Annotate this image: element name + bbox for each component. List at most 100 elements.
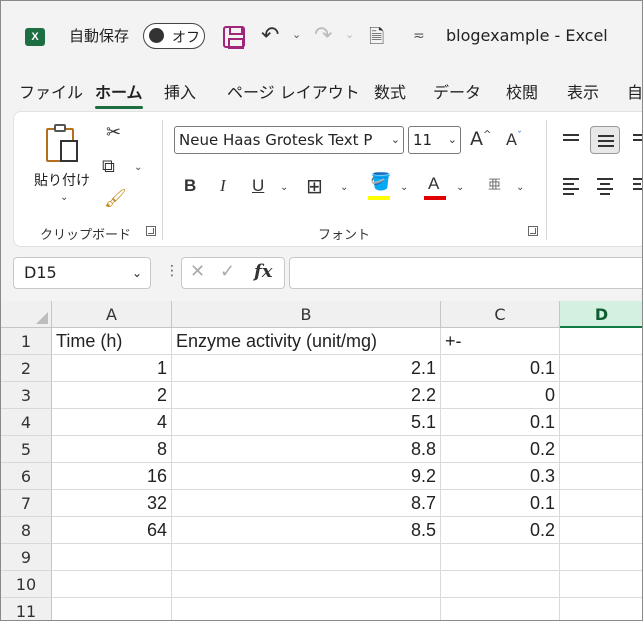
row-header[interactable]: 7 [1,490,52,517]
align-left-button[interactable] [556,170,586,198]
clipboard-launcher-icon[interactable] [146,226,156,236]
tab-view[interactable]: 表示 [567,79,599,103]
name-box[interactable]: D15 ⌄ [13,257,151,289]
align-bottom-button[interactable] [626,126,642,154]
cell-b11[interactable] [172,598,441,620]
cell-d9[interactable] [560,544,642,571]
cell-c11[interactable] [441,598,560,620]
autosave-toggle[interactable]: オフ [143,23,205,49]
italic-button[interactable]: I [220,176,226,196]
copy-dropdown-icon[interactable]: ⌄ [134,162,142,173]
cell-d7[interactable] [560,490,642,517]
cell-d3[interactable] [560,382,642,409]
cell-c4[interactable]: 0.1 [441,409,560,436]
bold-button[interactable]: B [184,176,196,196]
cell-d11[interactable] [560,598,642,620]
underline-button[interactable]: U [252,176,264,196]
tab-file[interactable]: ファイル [19,79,83,103]
tab-home[interactable]: ホーム [95,79,143,109]
cell-b6[interactable]: 9.2 [172,463,441,490]
tab-insert[interactable]: 挿入 [164,79,196,103]
redo-icon[interactable]: ↷ [314,23,332,48]
tab-formulas[interactable]: 数式 [374,79,406,103]
cell-a7[interactable]: 32 [52,490,172,517]
cell-d2[interactable] [560,355,642,382]
page-setup-icon[interactable]: 🗎 [369,23,384,55]
tab-review[interactable]: 校閲 [506,79,538,103]
cell-a9[interactable] [52,544,172,571]
cell-c2[interactable]: 0.1 [441,355,560,382]
cell-a6[interactable]: 16 [52,463,172,490]
cell-d4[interactable] [560,409,642,436]
shrink-font-icon[interactable]: Aˇ [506,130,522,149]
formula-input[interactable] [289,257,642,289]
cell-a4[interactable]: 4 [52,409,172,436]
align-center-button[interactable] [590,170,620,198]
cell-c5[interactable]: 0.2 [441,436,560,463]
font-name-dropdown-icon[interactable]: ⌄ [391,127,400,153]
redo-dropdown-icon[interactable]: ⌄ [345,28,354,41]
paste-button-label[interactable]: 貼り付け [34,170,90,190]
undo-dropdown-icon[interactable]: ⌄ [292,28,301,41]
row-header[interactable]: 3 [1,382,52,409]
cell-d5[interactable] [560,436,642,463]
format-painter-icon[interactable]: 🖌 [104,188,127,209]
undo-icon[interactable]: ↶ [261,23,279,48]
cell-a3[interactable]: 2 [52,382,172,409]
font-size-select[interactable]: 11 ⌄ [408,126,461,154]
cell-c8[interactable]: 0.2 [441,517,560,544]
font-size-dropdown-icon[interactable]: ⌄ [448,127,457,153]
cell-c10[interactable] [441,571,560,598]
cell-b9[interactable] [172,544,441,571]
cancel-icon[interactable]: ✕ [190,261,205,282]
tab-data[interactable]: データ [433,79,481,103]
underline-dropdown-icon[interactable]: ⌄ [280,182,288,193]
cell-d8[interactable] [560,517,642,544]
cell-d10[interactable] [560,571,642,598]
font-name-select[interactable]: Neue Haas Grotesk Text P ⌄ [174,126,404,154]
column-header-a[interactable]: A [52,301,172,328]
cell-d6[interactable] [560,463,642,490]
fill-color-dropdown-icon[interactable]: ⌄ [400,182,408,193]
font-color-dropdown-icon[interactable]: ⌄ [456,182,464,193]
grow-font-icon[interactable]: A^ [470,128,491,150]
name-box-dropdown-icon[interactable]: ⌄ [132,258,142,288]
align-right-button[interactable] [626,170,642,198]
borders-icon[interactable]: ⊞ [306,174,323,198]
cell-b10[interactable] [172,571,441,598]
cell-a5[interactable]: 8 [52,436,172,463]
cell-c3[interactable]: 0 [441,382,560,409]
align-top-button[interactable] [556,126,586,154]
cell-b4[interactable]: 5.1 [172,409,441,436]
formula-bar-menu-icon[interactable]: ⋮ [165,263,179,279]
cell-b8[interactable]: 8.5 [172,517,441,544]
cell-b5[interactable]: 8.8 [172,436,441,463]
cell-c6[interactable]: 0.3 [441,463,560,490]
cell-a10[interactable] [52,571,172,598]
cell-a11[interactable] [52,598,172,620]
fill-color-icon[interactable]: 🪣 [370,172,391,192]
row-header[interactable]: 6 [1,463,52,490]
cell-b3[interactable]: 2.2 [172,382,441,409]
enter-icon[interactable]: ✓ [220,261,235,282]
cell-b1[interactable]: Enzyme activity (unit/mg) [172,328,441,355]
cell-c7[interactable]: 0.1 [441,490,560,517]
column-header-c[interactable]: C [441,301,560,328]
cell-a8[interactable]: 64 [52,517,172,544]
row-header[interactable]: 9 [1,544,52,571]
cell-a1[interactable]: Time (h) [52,328,172,355]
copy-icon[interactable]: ⧉ [102,156,115,177]
select-all-button[interactable] [1,301,52,328]
cell-c1[interactable]: +- [441,328,560,355]
cell-a2[interactable]: 1 [52,355,172,382]
borders-dropdown-icon[interactable]: ⌄ [340,182,348,193]
align-middle-button[interactable] [590,126,620,154]
row-header[interactable]: 2 [1,355,52,382]
cell-b2[interactable]: 2.1 [172,355,441,382]
save-icon[interactable] [223,26,245,49]
paste-icon[interactable] [46,122,82,164]
insert-function-icon[interactable]: fx [254,261,272,282]
cell-c9[interactable] [441,544,560,571]
row-header[interactable]: 11 [1,598,52,620]
font-color-icon[interactable]: A [428,174,439,194]
